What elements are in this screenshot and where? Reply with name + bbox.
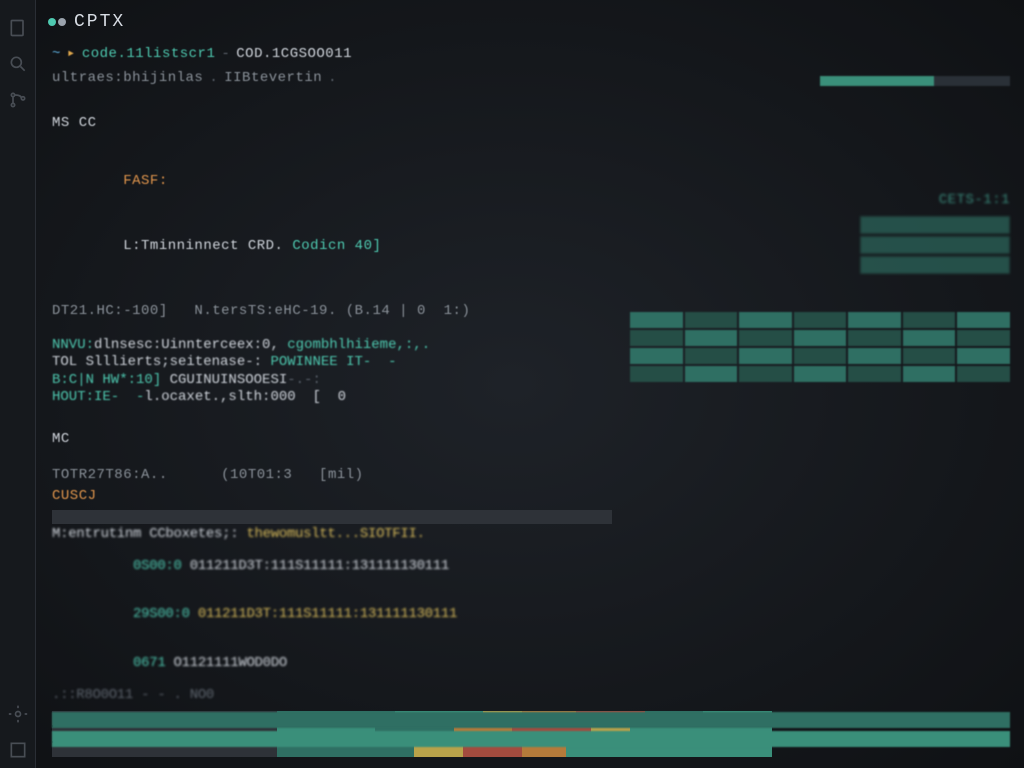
search-icon[interactable] <box>8 54 28 74</box>
branch-icon[interactable] <box>8 90 28 110</box>
dense-block-2: M:entrutinm CCboxetes;: thewomusltt...SI… <box>52 526 1016 703</box>
title-bar: CPTX <box>36 8 1024 44</box>
label-cuscj: CUSCJ <box>52 486 1016 508</box>
right-cell-stack: CETS-1:1 <box>860 190 1010 276</box>
app-title: CPTX <box>74 12 125 32</box>
section-mc: MC <box>52 429 1016 451</box>
section-ms-cc: MS CC <box>52 113 1016 135</box>
right-grid <box>630 312 1010 384</box>
box-icon[interactable] <box>8 740 28 760</box>
hash-bar-1 <box>52 510 772 524</box>
app-icon <box>48 18 66 26</box>
terminal-pane[interactable]: CPTX ~▸ code.11listscr1 - COD.1CGSOO011 … <box>36 0 1024 768</box>
progress-gauge <box>820 70 1010 92</box>
prompt-line-1: ~▸ code.11listscr1 - COD.1CGSOO011 <box>52 44 1016 66</box>
files-icon[interactable] <box>8 18 28 38</box>
term-t1: TOTR27T86:A.. (10T01:3 [mil) <box>52 465 1016 487</box>
activity-bar <box>0 0 36 768</box>
settings-icon[interactable] <box>8 704 28 724</box>
bottom-strips <box>52 712 1010 750</box>
